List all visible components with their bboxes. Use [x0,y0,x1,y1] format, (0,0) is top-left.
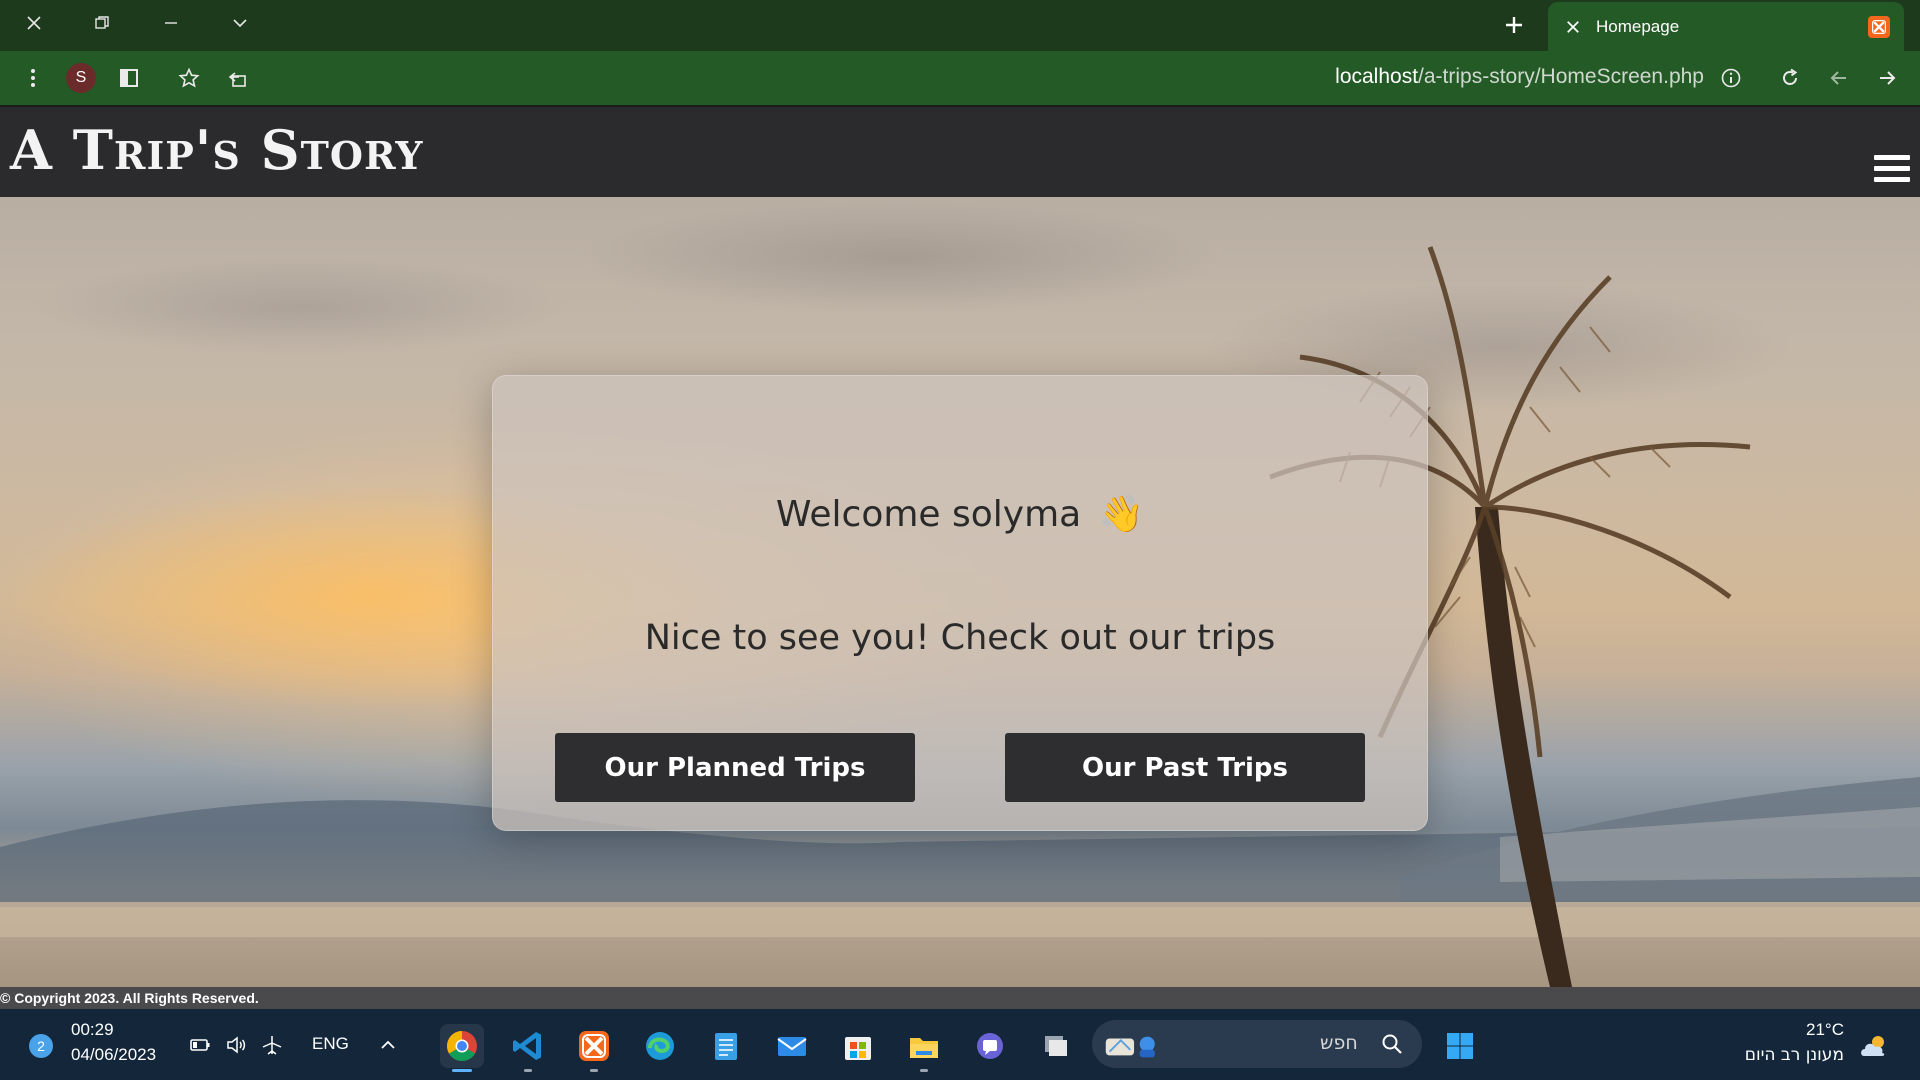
tab-close-icon[interactable] [1562,16,1584,38]
more-menu-icon[interactable] [18,63,48,93]
search-highlight-icon [1100,1024,1170,1068]
past-trips-button[interactable]: Our Past Trips [1005,733,1365,802]
airplane-mode-icon[interactable] [258,1031,286,1059]
minimize-window-icon[interactable] [153,8,189,38]
notepad-icon[interactable] [704,1024,748,1068]
teams-chat-icon[interactable] [968,1024,1012,1068]
tagline: Nice to see you! Check out our trips [644,618,1276,658]
clock-time[interactable]: 00:29 [71,1020,114,1040]
xampp-icon[interactable] [572,1024,616,1068]
search-icon[interactable] [1378,1030,1406,1058]
store-icon[interactable] [836,1024,880,1068]
back-arrow-icon[interactable] [1824,63,1854,93]
browser-tab-strip: Homepage [0,0,1920,51]
tab-title: Homepage [1596,16,1680,36]
side-panel-icon[interactable] [114,63,144,93]
task-view-icon[interactable] [1034,1024,1078,1068]
restore-window-icon[interactable] [84,8,120,38]
url-host: localhost [1335,65,1419,88]
input-language[interactable]: ENG [312,1034,349,1054]
chrome-active-indicator [452,1069,472,1072]
tab-search-chevron-icon[interactable] [222,8,258,38]
windows-start-icon[interactable] [1438,1024,1482,1068]
url-path: /a-trips-story/HomeScreen.php [1418,65,1704,88]
weather-cloud-icon[interactable] [1852,1024,1896,1068]
xampp-favicon-icon [1868,15,1890,38]
site-info-icon[interactable] [1716,63,1746,93]
close-window-icon[interactable] [16,8,52,38]
new-tab-button[interactable] [1496,10,1532,40]
search-placeholder: חפש [1320,1032,1358,1054]
notification-badge[interactable]: 2 [29,1034,53,1058]
plus-icon [1506,17,1522,33]
reload-icon[interactable] [1775,63,1805,93]
tab-homepage[interactable]: Homepage [1548,2,1904,51]
battery-icon[interactable] [186,1031,214,1059]
weather-description[interactable]: מעונן רב היום [1738,1045,1844,1065]
welcome-heading: Welcome solyma 👋 [492,493,1428,535]
waving-hand-icon: 👋 [1099,494,1145,535]
mail-icon[interactable] [770,1024,814,1068]
chevron-up-icon[interactable] [374,1031,402,1059]
volume-icon[interactable] [222,1031,250,1059]
hamburger-menu-icon[interactable] [1874,155,1910,185]
vscode-icon[interactable] [506,1024,550,1068]
clock-date[interactable]: 04/06/2023 [71,1045,156,1065]
chrome-icon[interactable] [440,1024,484,1068]
weather-temperature[interactable]: 21°C [1806,1020,1844,1040]
file-explorer-icon[interactable] [902,1024,946,1068]
site-footer: © Copyright 2023. All Rights Reserved. [0,987,1920,1009]
vscode-running-indicator [524,1069,532,1072]
url-text[interactable]: localhost/a-trips-story/HomeScreen.php [1335,65,1704,91]
windows-taskbar [0,1009,1920,1080]
site-logo[interactable]: A Trip's Story [10,118,424,182]
welcome-text: Welcome solyma [775,494,1082,535]
planned-trips-button[interactable]: Our Planned Trips [555,733,915,802]
xampp-running-indicator [590,1069,598,1072]
edge-icon[interactable] [638,1024,682,1068]
bookmark-star-icon[interactable] [174,63,204,93]
share-icon[interactable] [222,63,252,93]
profile-avatar[interactable]: S [66,63,96,93]
explorer-running-indicator [920,1069,928,1072]
forward-arrow-icon[interactable] [1872,63,1902,93]
